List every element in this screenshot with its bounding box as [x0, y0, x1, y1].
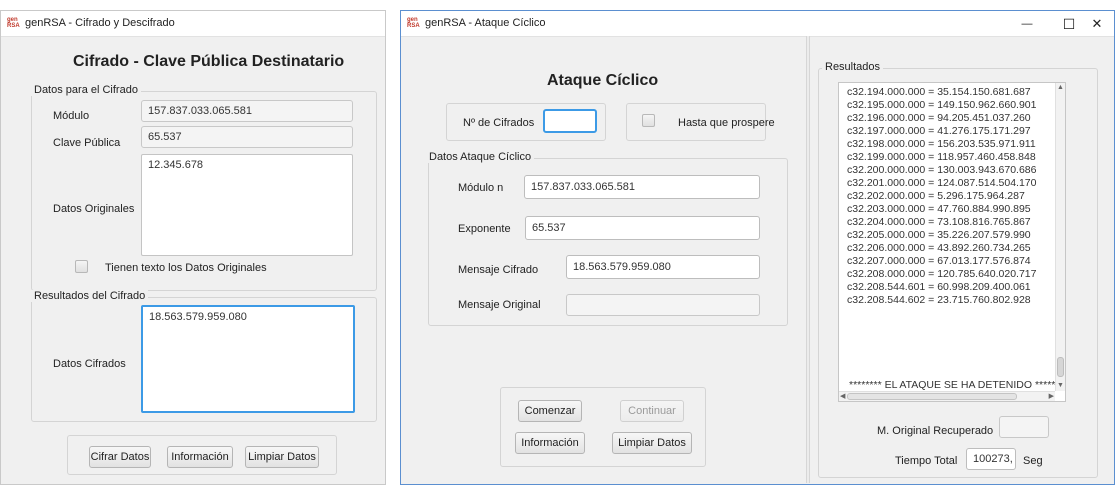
close-button[interactable]: ✕ [1079, 11, 1115, 37]
genrsa-app-icon: gen RSA [7, 17, 20, 29]
resultados-line: c32.204.000.000 = 73.108.816.765.867 [847, 216, 1031, 228]
num-cifrados-label: Nº de Cifrados [463, 117, 535, 129]
horizontal-scroll-thumb[interactable] [847, 393, 1017, 400]
datos-originales-label: Datos Originales [53, 203, 135, 215]
exponente-label: Exponente [458, 223, 511, 235]
resultados-group-title: Resultados [822, 61, 884, 73]
mensaje-cifrado-field[interactable]: 18.563.579.959.080 [566, 255, 760, 279]
datos-ataque-group-title: Datos Ataque Cíclico [426, 151, 535, 163]
ataque-titlebar[interactable]: gen RSA genRSA - Ataque Cíclico — ☐ ✕ [401, 11, 1114, 37]
clave-publica-field[interactable]: 65.537 [141, 126, 353, 148]
scroll-up-icon[interactable]: ▲ [1057, 84, 1064, 92]
scroll-down-icon[interactable]: ▼ [1057, 382, 1064, 390]
modulo-field[interactable]: 157.837.033.065.581 [141, 100, 353, 122]
m-original-label: M. Original Recuperado [877, 425, 994, 437]
exponente-field[interactable]: 65.537 [525, 216, 760, 240]
ataque-limpiar-datos-button[interactable]: Limpiar Datos [612, 432, 692, 454]
resultados-line: c32.208.544.601 = 60.998.209.400.061 [847, 281, 1031, 293]
vertical-scroll-thumb[interactable] [1057, 357, 1064, 377]
continuar-button[interactable]: Continuar [620, 400, 684, 422]
comenzar-button[interactable]: Comenzar [518, 400, 582, 422]
ataque-window-title: genRSA - Ataque Cíclico [425, 17, 546, 29]
tienen-texto-checkbox[interactable] [75, 260, 88, 273]
mensaje-original-label: Mensaje Original [458, 299, 541, 311]
genrsa-app-icon: gen RSA [407, 17, 420, 29]
cifrado-heading: Cifrado - Clave Pública Destinatario [73, 53, 345, 70]
resultados-line: c32.198.000.000 = 156.203.535.971.911 [847, 138, 1036, 150]
ataque-buttons-group [500, 387, 706, 467]
resultados-lines: c32.194.000.000 = 35.154.150.681.687 c32.… [839, 83, 1065, 307]
informacion-button[interactable]: Información [167, 446, 233, 468]
scroll-left-icon[interactable]: ◀ [840, 393, 845, 401]
minimize-button[interactable]: — [1005, 11, 1049, 37]
resultados-line: c32.199.000.000 = 118.957.460.458.848 [847, 151, 1036, 163]
modulo-n-field[interactable]: 157.837.033.065.581 [524, 175, 760, 199]
datos-cifrado-group-title: Datos para el Cifrado [31, 84, 141, 96]
datos-cifrados-textarea[interactable]: 18.563.579.959.080 [141, 305, 355, 413]
datos-originales-textarea[interactable]: 12.345.678 [141, 154, 353, 256]
mensaje-original-field[interactable] [566, 294, 760, 316]
modulo-label: Módulo [53, 110, 90, 122]
resultados-line: c32.208.000.000 = 120.785.640.020.717 [847, 268, 1037, 280]
modulo-n-label: Módulo n [458, 182, 504, 194]
tienen-texto-label: Tienen texto los Datos Originales [105, 262, 267, 274]
maximize-icon: ☐ [1062, 15, 1076, 32]
resultados-line: c32.194.000.000 = 35.154.150.681.687 [847, 86, 1031, 98]
resultados-line: c32.200.000.000 = 130.003.943.670.686 [847, 164, 1037, 176]
tiempo-total-label: Tiempo Total [895, 455, 958, 467]
resultados-line: c32.207.000.000 = 67.013.177.576.874 [847, 255, 1031, 267]
num-cifrados-input[interactable] [543, 109, 597, 133]
resultados-line: c32.206.000.000 = 43.892.260.734.265 [847, 242, 1031, 254]
resultados-line: c32.195.000.000 = 149.150.962.660.901 [847, 99, 1037, 111]
clave-publica-label: Clave Pública [53, 137, 121, 149]
tiempo-total-field[interactable]: 100273, [966, 448, 1016, 470]
resultados-line: c32.202.000.000 = 5.296.175.964.287 [847, 190, 1025, 202]
cifrado-window-title: genRSA - Cifrado y Descifrado [25, 17, 175, 29]
ataque-heading: Ataque Cíclico [547, 72, 659, 89]
mensaje-cifrado-label: Mensaje Cifrado [458, 264, 539, 276]
scroll-right-icon[interactable]: ▶ [1049, 393, 1054, 401]
resultados-list[interactable]: c32.194.000.000 = 35.154.150.681.687 c32.… [838, 82, 1066, 402]
resultados-line: c32.208.544.602 = 23.715.760.802.928 [847, 294, 1031, 306]
resultados-line: c32.196.000.000 = 94.205.451.037.260 [847, 112, 1031, 124]
cifrado-window: gen RSA genRSA - Cifrado y Descifrado Cif… [0, 10, 386, 485]
split-divider[interactable] [806, 36, 810, 483]
hasta-que-prospere-checkbox[interactable] [642, 114, 655, 127]
resultados-line: c32.197.000.000 = 41.276.175.171.297 [847, 125, 1031, 137]
cifrado-titlebar[interactable]: gen RSA genRSA - Cifrado y Descifrado [1, 11, 385, 37]
limpiar-datos-button[interactable]: Limpiar Datos [245, 446, 319, 468]
m-original-field[interactable] [999, 416, 1049, 438]
ataque-informacion-button[interactable]: Información [515, 432, 585, 454]
vertical-scrollbar[interactable]: ▲ ▼ [1055, 83, 1065, 391]
cifrar-datos-button[interactable]: Cifrar Datos [89, 446, 151, 468]
close-icon: ✕ [1091, 16, 1103, 31]
resultados-line: c32.201.000.000 = 124.087.514.504.170 [847, 177, 1037, 189]
seg-label: Seg [1023, 455, 1043, 467]
hasta-que-prospere-label: Hasta que prospere [678, 117, 775, 129]
resultados-line: c32.203.000.000 = 47.760.884.990.895 [847, 203, 1031, 215]
minimize-icon: — [1021, 18, 1033, 30]
resultados-cifrado-group-title: Resultados del Cifrado [31, 290, 149, 302]
horizontal-scrollbar[interactable]: ◀ ▶ [839, 391, 1055, 401]
resultados-line: c32.205.000.000 = 35.226.207.579.990 [847, 229, 1031, 241]
datos-cifrados-label: Datos Cifrados [53, 358, 126, 370]
